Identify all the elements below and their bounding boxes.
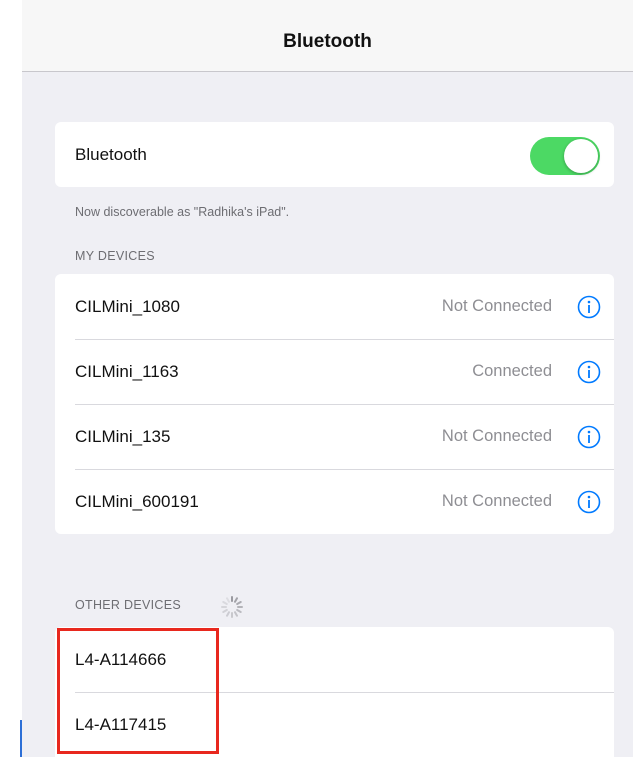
device-status: Not Connected <box>441 492 552 510</box>
toggle-knob <box>564 139 598 173</box>
bluetooth-toggle-switch[interactable] <box>530 137 600 175</box>
device-name: CILMini_135 <box>75 427 171 446</box>
settings-screen: Bluetooth Bluetooth Now discoverable as … <box>0 0 633 757</box>
device-name: CILMini_1080 <box>75 297 180 316</box>
device-name: CILMini_600191 <box>75 492 199 511</box>
device-row-cilmini-135[interactable]: CILMini_135 Not Connected <box>55 404 614 469</box>
info-icon[interactable] <box>577 360 601 384</box>
navigation-bar: Bluetooth <box>22 0 633 72</box>
device-status: Connected <box>472 362 552 380</box>
bluetooth-toggle-row: Bluetooth <box>55 122 614 187</box>
device-status: Not Connected <box>441 297 552 315</box>
bluetooth-label: Bluetooth <box>75 145 147 164</box>
other-devices-header: OTHER DEVICES <box>75 598 181 612</box>
spinner-icon <box>221 596 243 618</box>
device-row-cilmini-1080[interactable]: CILMini_1080 Not Connected <box>55 274 614 339</box>
device-status: Not Connected <box>441 427 552 445</box>
highlight-annotation-box <box>57 628 219 754</box>
my-devices-list: CILMini_1080 Not Connected CILMini_1163 … <box>55 274 614 534</box>
info-icon[interactable] <box>577 490 601 514</box>
left-edge-mark <box>20 720 22 757</box>
bluetooth-toggle-card: Bluetooth <box>55 122 614 187</box>
page-title: Bluetooth <box>283 31 372 52</box>
discoverable-note: Now discoverable as "Radhika's iPad". <box>75 205 290 219</box>
info-icon[interactable] <box>577 425 601 449</box>
info-icon[interactable] <box>577 295 601 319</box>
my-devices-header: MY DEVICES <box>75 249 155 263</box>
left-edge <box>0 0 22 757</box>
device-row-cilmini-600191[interactable]: CILMini_600191 Not Connected <box>55 469 614 534</box>
device-name: CILMini_1163 <box>75 362 179 381</box>
device-row-cilmini-1163[interactable]: CILMini_1163 Connected <box>55 339 614 404</box>
